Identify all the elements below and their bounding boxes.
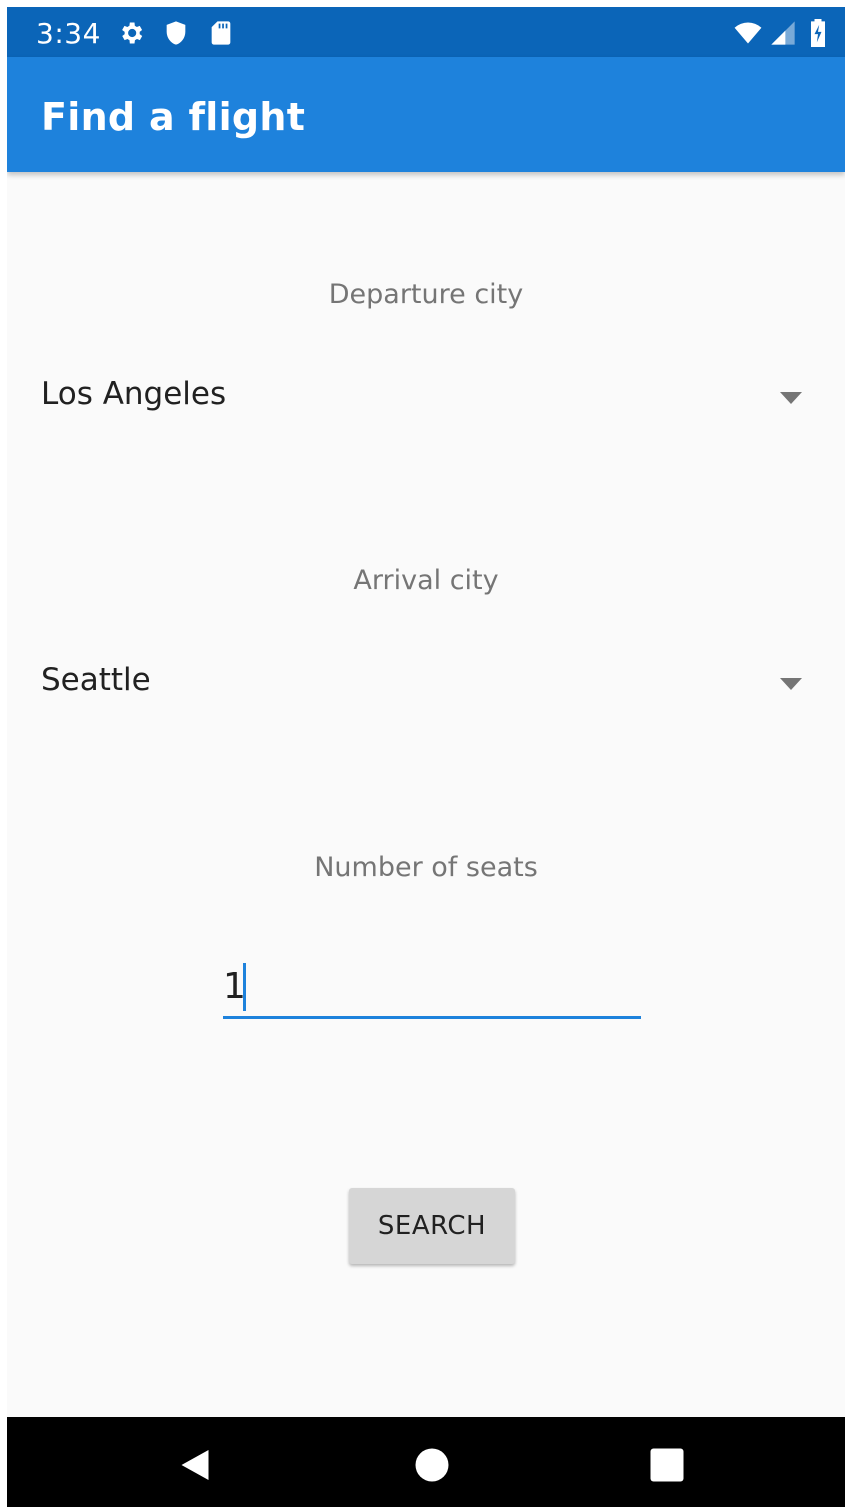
- back-icon[interactable]: [177, 1447, 213, 1483]
- dropdown-arrow-icon: [780, 678, 802, 690]
- status-time: 3:34: [36, 17, 101, 50]
- dropdown-arrow-icon: [780, 392, 802, 404]
- cellular-signal-icon: [769, 19, 797, 47]
- shield-icon: [162, 19, 190, 47]
- seats-input[interactable]: [223, 957, 641, 1015]
- arrival-city-label: Arrival city: [353, 565, 499, 596]
- text-caret: [243, 963, 246, 1011]
- search-button[interactable]: SEARCH: [349, 1188, 515, 1264]
- status-bar: 3:34: [7, 7, 845, 57]
- departure-city-value: Los Angeles: [41, 376, 227, 412]
- recents-icon[interactable]: [649, 1447, 685, 1483]
- wifi-icon: [731, 19, 765, 47]
- arrival-city-value: Seattle: [41, 662, 151, 698]
- gear-icon: [117, 19, 145, 47]
- battery-charging-icon: [807, 19, 829, 47]
- departure-city-spinner[interactable]: Los Angeles: [7, 362, 845, 432]
- home-icon[interactable]: [414, 1447, 450, 1483]
- app-bar: Find a flight: [7, 57, 845, 172]
- navigation-bar: [7, 1417, 845, 1507]
- phone-screen: 3:34 Find a flight Departure city Los An…: [7, 7, 845, 1507]
- sd-card-icon: [207, 19, 235, 47]
- departure-city-label: Departure city: [328, 279, 524, 310]
- arrival-city-spinner[interactable]: Seattle: [7, 648, 845, 718]
- number-of-seats-label: Number of seats: [314, 852, 538, 883]
- seats-field[interactable]: [223, 957, 641, 1019]
- app-title: Find a flight: [41, 95, 306, 139]
